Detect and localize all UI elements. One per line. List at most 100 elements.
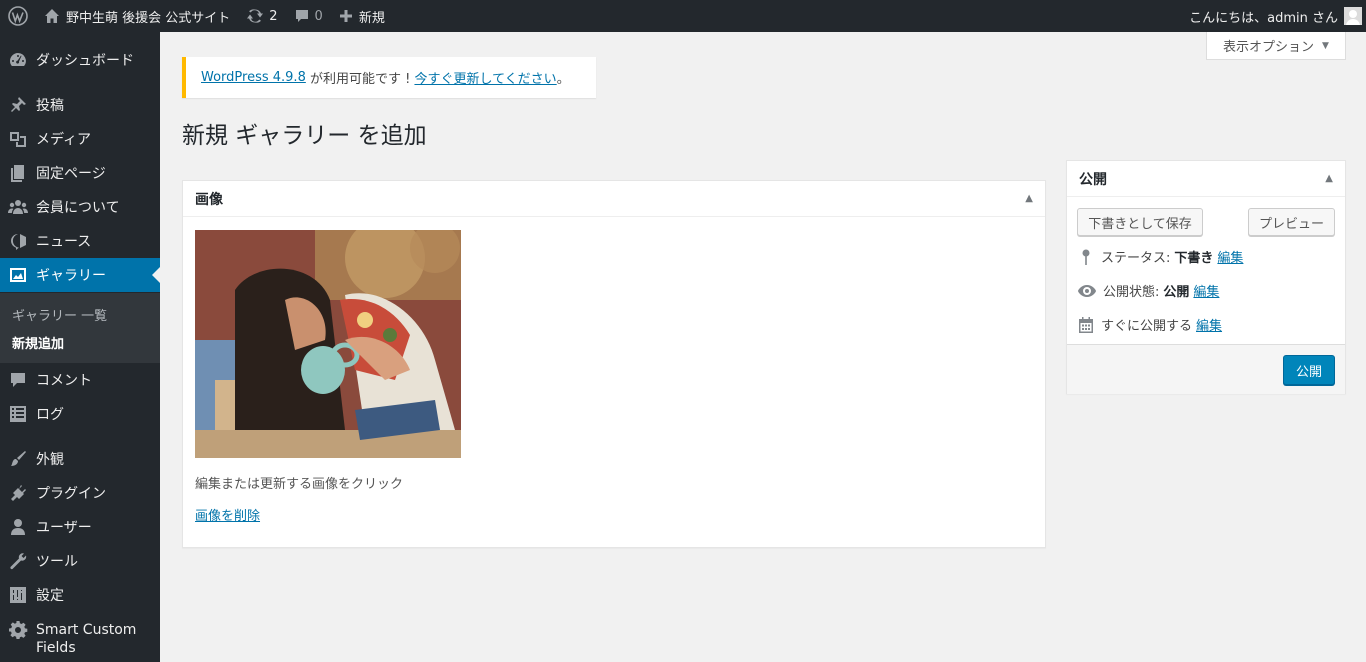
updates-count: 2 [269,8,278,24]
menu-label: ツール [36,554,78,570]
menu-label: ユーザー [36,520,92,536]
dashboard-icon [0,50,36,70]
menu-label: 会員について [36,200,120,216]
menu-comments[interactable]: コメント [0,363,160,397]
publish-button[interactable]: 公開 [1283,355,1335,385]
update-now-link[interactable]: 今すぐ更新してください [414,68,556,87]
submenu-gallery-list[interactable]: ギャラリー 一覧 [12,305,107,324]
settings-icon [0,585,36,605]
menu-label: ログ [36,407,64,423]
menu-news[interactable]: ニュース [0,224,160,258]
image-postbox-title: 画像 [195,191,223,208]
menu-smart-custom-fields[interactable]: Smart Custom Fields [0,617,160,661]
updates-icon [247,9,264,23]
site-name-link[interactable]: 野中生萌 後援会 公式サイト [36,0,238,32]
menu-label: 外観 [36,452,64,468]
megaphone-icon [0,231,36,251]
my-account-link[interactable]: こんにちは、admin さん [1181,0,1366,32]
groups-icon [0,197,36,217]
menu-plugins[interactable]: プラグイン [0,476,160,510]
menu-label: コメント [36,373,92,389]
admin-bar: 野中生萌 後援会 公式サイト 2 0 新規 こんにちは、admin さん [0,0,1366,32]
menu-media[interactable]: メディア [0,122,160,156]
plus-icon [339,10,352,22]
schedule-label: すぐに公開する [1101,319,1193,334]
menu-label: 固定ページ [36,166,106,182]
publish-actions: 公開 [1067,344,1345,394]
site-title: 野中生萌 後援会 公式サイト [66,10,231,26]
page-title: 新規 ギャラリー を追加 [182,123,427,149]
preview-button[interactable]: プレビュー [1248,208,1335,236]
menu-label: Smart Custom Fields [36,622,137,656]
menu-members[interactable]: 会員について [0,190,160,224]
plugin-icon [0,483,36,503]
wordpress-logo-icon[interactable] [0,0,36,32]
admin-menu: ダッシュボード 投稿 メディア 固定ページ 会員について ニュース ギャラリー … [0,32,160,662]
notice-end: 。 [556,72,570,87]
eye-icon [1078,284,1096,297]
menu-pages[interactable]: 固定ページ [0,156,160,190]
calendar-icon [1079,316,1093,333]
greeting: こんにちは、admin さん [1189,10,1338,26]
menu-users[interactable]: ユーザー [0,510,160,544]
edit-status-link[interactable]: 編集 [1217,247,1243,266]
menu-label: 設定 [36,588,64,604]
menu-logs[interactable]: ログ [0,397,160,431]
gallery-submenu: ギャラリー 一覧 新規追加 [0,293,160,363]
wrench-icon [0,551,36,571]
comment-icon [0,370,36,390]
comment-icon [295,10,308,22]
submenu-add-new[interactable]: 新規追加 [12,333,64,352]
publish-postbox-title: 公開 [1079,171,1107,188]
image-icon [0,265,36,285]
edit-visibility-link[interactable]: 編集 [1193,281,1219,300]
screen-options-label: 表示オプション [1223,40,1315,55]
schedule-row: すぐに公開する 編集 [1077,315,1222,334]
media-icon [0,129,36,149]
menu-label: 投稿 [36,98,64,114]
menu-label: ダッシュボード [36,53,134,69]
comments-count: 0 [314,8,323,24]
collapse-arrow-icon[interactable]: ▲ [1325,173,1333,184]
avatar [1344,7,1362,25]
new-content-link[interactable]: 新規 [331,0,393,32]
menu-dashboard[interactable]: ダッシュボード [0,43,160,77]
publish-postbox-header[interactable]: 公開 ▲ [1067,161,1345,197]
notice-text: が利用可能です ! [305,72,415,87]
screen-options-button[interactable]: 表示オプション ▼ [1206,32,1346,60]
caret-down-icon: ▼ [1322,40,1329,51]
image-postbox-header[interactable]: 画像 ▲ [183,181,1045,217]
publish-postbox: 公開 ▲ 下書きとして保存 プレビュー ステータス: 下書き 編集 公開状態: … [1066,160,1346,394]
image-postbox: 画像 ▲ 編集または更新する画像をクリック 画像を削除 [182,180,1046,548]
visibility-label: 公開状態: [1103,285,1160,300]
comments-link[interactable]: 0 [286,0,331,32]
edit-schedule-link[interactable]: 編集 [1196,315,1222,334]
user-icon [0,517,36,537]
menu-appearance[interactable]: 外観 [0,442,160,476]
menu-tools[interactable]: ツール [0,544,160,578]
save-draft-button[interactable]: 下書きとして保存 [1077,208,1203,236]
menu-label: メディア [36,132,92,148]
collapse-arrow-icon[interactable]: ▲ [1025,193,1033,204]
menu-label: プラグイン [36,486,106,502]
remove-image-link[interactable]: 画像を削除 [195,505,260,524]
menu-label: ギャラリー [36,268,106,284]
visibility-row: 公開状態: 公開 編集 [1077,281,1219,300]
updates-link[interactable]: 2 [238,0,285,32]
menu-gallery[interactable]: ギャラリー [0,258,160,292]
image-help-text: 編集または更新する画像をクリック [195,477,404,492]
page-icon [0,163,36,183]
home-icon [45,9,59,23]
gallery-image[interactable] [195,230,461,458]
list-icon [0,404,36,424]
menu-settings[interactable]: 設定 [0,578,160,612]
new-label: 新規 [358,10,385,26]
menu-label: ニュース [36,234,92,250]
wordpress-version-link[interactable]: WordPress 4.9.8 [201,70,306,85]
menu-posts[interactable]: 投稿 [0,88,160,122]
brush-icon [0,449,36,469]
gear-icon [0,617,36,640]
update-notice: WordPress 4.9.8 が利用可能です ! 今すぐ更新してください 。 [182,57,596,98]
visibility-value: 公開 [1163,285,1190,300]
pin-icon [1082,249,1090,265]
